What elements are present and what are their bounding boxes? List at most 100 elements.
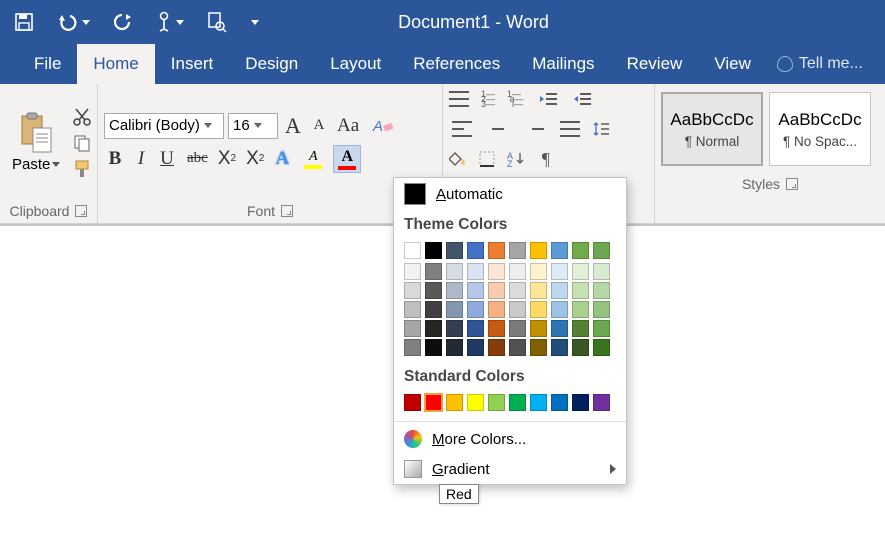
theme-shade-swatch[interactable] [593,320,610,337]
superscript-button[interactable]: X2 [243,148,267,170]
theme-shade-swatch[interactable] [404,282,421,299]
style-normal[interactable]: AaBbCcDc ¶ Normal [661,92,763,166]
theme-shade-swatch[interactable] [404,339,421,356]
tell-me-search[interactable]: Tell me... [767,44,873,84]
qat-customize-dropdown[interactable] [248,8,262,36]
standard-color-swatch[interactable] [488,394,505,411]
shrink-font-button[interactable]: A [308,115,330,137]
borders-button[interactable] [479,151,497,167]
theme-shade-swatch[interactable] [509,282,526,299]
theme-shade-swatch[interactable] [551,301,568,318]
undo-button[interactable] [56,12,90,32]
save-button[interactable] [10,8,38,36]
highlight-button[interactable]: A [299,146,329,172]
clear-formatting-button[interactable]: A [368,115,396,137]
tab-design[interactable]: Design [229,44,314,84]
touch-mode-button[interactable] [154,11,184,33]
theme-shade-swatch[interactable] [467,320,484,337]
tab-insert[interactable]: Insert [155,44,230,84]
text-effects-button[interactable]: A [271,148,295,170]
theme-shade-swatch[interactable] [509,320,526,337]
theme-shade-swatch[interactable] [572,320,589,337]
subscript-button[interactable]: X2 [215,148,239,170]
automatic-color-item[interactable]: Automatic [394,178,626,210]
theme-color-swatch[interactable] [572,242,589,259]
theme-shade-swatch[interactable] [467,282,484,299]
paste-button[interactable]: Paste [6,108,66,177]
theme-shade-swatch[interactable] [509,301,526,318]
numbering-button[interactable]: 1—2—3— [481,92,497,107]
print-preview-button[interactable] [202,8,230,36]
theme-color-swatch[interactable] [446,242,463,259]
theme-shade-swatch[interactable] [572,282,589,299]
theme-shade-swatch[interactable] [446,282,463,299]
format-painter-button[interactable] [72,159,92,179]
shading-button[interactable] [449,151,469,167]
theme-shade-swatch[interactable] [509,263,526,280]
theme-shade-swatch[interactable] [425,282,442,299]
theme-shade-swatch[interactable] [467,263,484,280]
grow-font-button[interactable]: A [282,115,304,137]
theme-shade-swatch[interactable] [488,301,505,318]
tab-layout[interactable]: Layout [314,44,397,84]
tab-view[interactable]: View [698,44,767,84]
italic-button[interactable]: I [130,148,152,170]
standard-color-swatch[interactable] [530,394,547,411]
align-center-button[interactable] [485,118,511,140]
theme-shade-swatch[interactable] [530,301,547,318]
font-dialog-launcher[interactable] [281,205,293,217]
font-color-button[interactable]: A [333,145,363,173]
theme-shade-swatch[interactable] [572,301,589,318]
standard-color-swatch[interactable] [593,394,610,411]
align-right-button[interactable] [521,118,547,140]
theme-shade-swatch[interactable] [593,339,610,356]
theme-shade-swatch[interactable] [467,301,484,318]
decrease-indent-button[interactable] [536,88,560,110]
theme-shade-swatch[interactable] [572,339,589,356]
theme-shade-swatch[interactable] [551,263,568,280]
underline-button[interactable]: U [156,148,180,170]
bold-button[interactable]: B [104,148,126,170]
theme-shade-swatch[interactable] [446,339,463,356]
standard-color-swatch[interactable] [425,394,442,411]
theme-shade-swatch[interactable] [467,339,484,356]
copy-button[interactable] [72,133,92,153]
theme-color-swatch[interactable] [467,242,484,259]
tab-file[interactable]: File [18,44,77,84]
tab-references[interactable]: References [397,44,516,84]
theme-shade-swatch[interactable] [551,282,568,299]
theme-shade-swatch[interactable] [593,282,610,299]
redo-button[interactable] [108,8,136,36]
theme-color-swatch[interactable] [509,242,526,259]
multilevel-button[interactable]: 1— a— i— [507,92,526,107]
theme-shade-swatch[interactable] [446,301,463,318]
align-left-button[interactable] [449,118,475,140]
justify-button[interactable] [557,118,583,140]
theme-shade-swatch[interactable] [530,282,547,299]
increase-indent-button[interactable] [570,88,594,110]
standard-color-swatch[interactable] [551,394,568,411]
theme-color-swatch[interactable] [488,242,505,259]
tab-home[interactable]: Home [77,44,154,84]
theme-shade-swatch[interactable] [572,263,589,280]
theme-shade-swatch[interactable] [425,320,442,337]
theme-shade-swatch[interactable] [593,263,610,280]
theme-shade-swatch[interactable] [551,339,568,356]
bullets-button[interactable] [449,91,471,107]
clipboard-dialog-launcher[interactable] [75,205,87,217]
theme-shade-swatch[interactable] [530,320,547,337]
standard-color-swatch[interactable] [404,394,421,411]
theme-color-swatch[interactable] [593,242,610,259]
sort-button[interactable]: AZ [507,151,525,167]
theme-color-swatch[interactable] [530,242,547,259]
standard-color-swatch[interactable] [509,394,526,411]
tab-review[interactable]: Review [611,44,699,84]
theme-shade-swatch[interactable] [425,263,442,280]
theme-color-swatch[interactable] [404,242,421,259]
theme-color-swatch[interactable] [551,242,568,259]
change-case-button[interactable]: Aa [334,115,364,137]
theme-shade-swatch[interactable] [404,263,421,280]
theme-shade-swatch[interactable] [593,301,610,318]
undo-dropdown-icon[interactable] [82,20,90,25]
show-marks-button[interactable]: ¶ [535,148,557,170]
